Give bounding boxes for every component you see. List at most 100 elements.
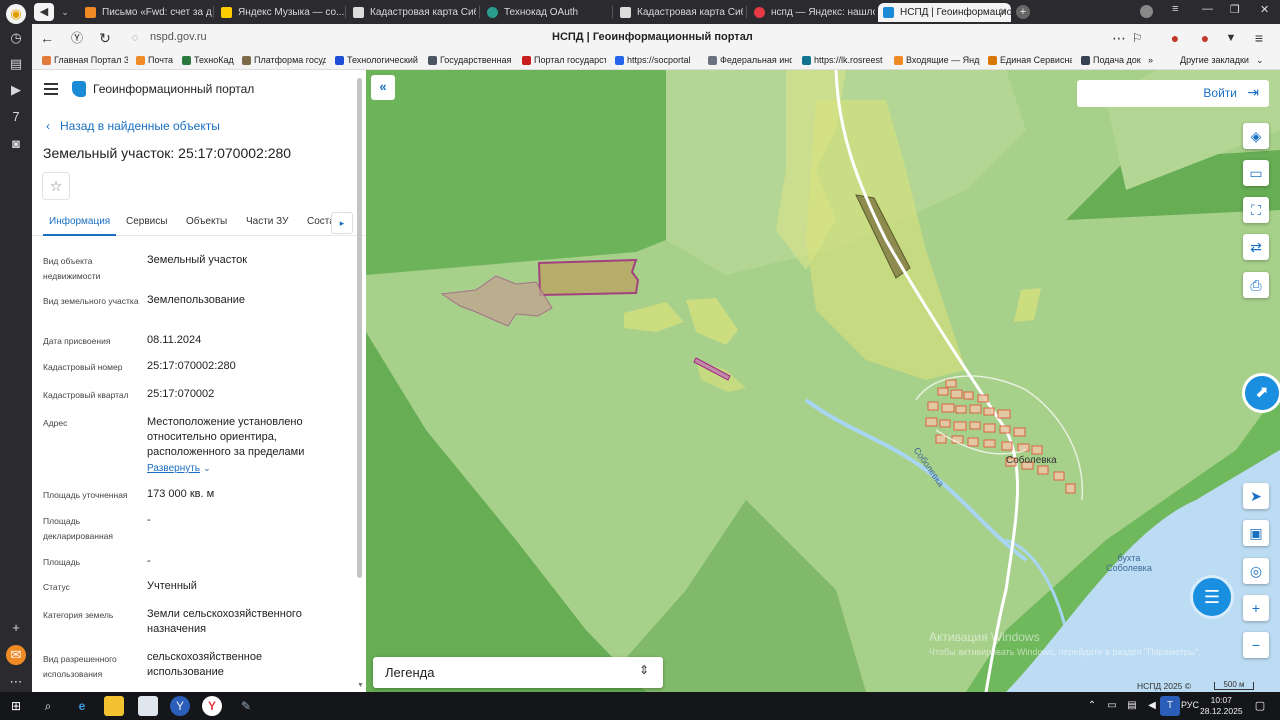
bookmark-icon[interactable]: ⚐: [1128, 29, 1146, 47]
new-tab-icon[interactable]: +: [1016, 5, 1030, 19]
play-icon[interactable]: ▶: [6, 80, 26, 100]
tabs-next-icon[interactable]: ▸: [331, 212, 353, 234]
mail-tab-icon: [85, 7, 96, 18]
restore-icon[interactable]: ❐: [1230, 3, 1240, 16]
tab-yandex-search[interactable]: нспд — Яндекс: нашлось: [749, 3, 875, 22]
select-area-icon[interactable]: ⛶: [1243, 197, 1269, 223]
bookmark-item[interactable]: Единая Сервисна: [988, 55, 1072, 65]
site-info-icon[interactable]: ◌: [126, 29, 144, 47]
close-tab-icon[interactable]: ✕: [999, 3, 1007, 22]
yandex-browser-taskbar-icon[interactable]: Y: [202, 696, 222, 716]
bookmark-item[interactable]: Входящие — Янде: [894, 55, 980, 65]
profile-icon[interactable]: [1140, 5, 1153, 18]
collapse-panel-icon[interactable]: «: [371, 75, 395, 100]
browser-sidebar: ◉ ◷ ▤ ▶ 7 ◙ + ✉ ⋯: [0, 0, 32, 692]
more-bookmarks[interactable]: »: [1148, 55, 1153, 65]
layers-icon[interactable]: ◈: [1243, 123, 1269, 149]
bookmark-item[interactable]: Главная Портал З: [42, 55, 128, 65]
back-arrow-icon[interactable]: ←: [38, 29, 56, 47]
clock[interactable]: 10:07 28.12.2025: [1200, 695, 1243, 717]
more-options-icon[interactable]: ⋯: [1110, 29, 1128, 47]
tab-cadastral-2[interactable]: Кадастровая карта Сибир: [615, 3, 743, 22]
collections-icon[interactable]: ▤: [6, 54, 26, 74]
bookmark-item[interactable]: Федеральная инф: [708, 55, 792, 65]
scroll-down-icon[interactable]: ▼: [357, 682, 364, 689]
calendar-icon[interactable]: 7: [6, 107, 26, 127]
tray-expand-icon[interactable]: ⌃: [1082, 696, 1102, 716]
map-view[interactable]: « Войти ⇥ ◈ ▭ ⛶ ⇄ ⎙ ⬈ ➤ ▣ ◎ + − ☰ Соболе…: [366, 70, 1280, 692]
bookmark-item[interactable]: Государственная: [428, 55, 512, 65]
tab-services[interactable]: Сервисы: [126, 216, 167, 227]
tab-objects[interactable]: Объекты: [186, 216, 227, 227]
point-search-icon[interactable]: ◎: [1243, 558, 1269, 584]
add-icon[interactable]: +: [6, 618, 26, 638]
bookmark-item[interactable]: https://socportal: [615, 55, 699, 65]
app-icon[interactable]: ✎: [236, 696, 256, 716]
history-icon[interactable]: ◷: [6, 28, 26, 48]
camera-icon[interactable]: ◙: [6, 134, 26, 154]
tab-cadastral-1[interactable]: Кадастровая карта Сибир: [348, 3, 476, 22]
rosreestr-icon[interactable]: ⬈: [1242, 373, 1280, 413]
tab-mail[interactable]: Письмо «Fwd: счет за две: [80, 3, 212, 22]
tab-technokad[interactable]: Технокад OAuth: [482, 3, 610, 22]
legend-dropdown[interactable]: Легенда ⇕: [373, 657, 663, 688]
login-label: Войти: [1203, 86, 1237, 100]
zoom-in-icon[interactable]: +: [1243, 595, 1269, 621]
bookmark-item[interactable]: Технологический: [335, 55, 421, 65]
favorite-star-icon[interactable]: ☆: [42, 172, 70, 200]
yandex-icon[interactable]: Ⓨ: [68, 29, 86, 47]
address-bar: ← Ⓨ ↻ ◌ nspd.gov.ru НСПД | Геоинформацио…: [32, 24, 1280, 52]
other-bookmarks[interactable]: Другие закладки: [1180, 55, 1249, 65]
login-button[interactable]: Войти ⇥: [1077, 80, 1269, 107]
extension-2-icon[interactable]: ●: [1196, 29, 1214, 47]
close-window-icon[interactable]: ✕: [1260, 3, 1269, 16]
notifications-icon[interactable]: ▢: [1250, 696, 1270, 716]
zoom-out-icon[interactable]: −: [1243, 632, 1269, 658]
chat-icon[interactable]: ☰: [1190, 575, 1234, 619]
file-explorer-icon[interactable]: [104, 696, 124, 716]
back-to-results-link[interactable]: ‹ Назад в найденные объекты: [46, 119, 220, 133]
reload-icon[interactable]: ↻: [96, 29, 114, 47]
tray-app-icon[interactable]: ▭: [1102, 696, 1122, 716]
browser-menu-icon[interactable]: ≡: [1250, 29, 1268, 47]
speaker-icon[interactable]: ◀: [34, 3, 54, 21]
tab-parts[interactable]: Части ЗУ: [246, 216, 288, 227]
print-icon[interactable]: ⎙: [1243, 272, 1269, 298]
menu-icon[interactable]: ≡: [1172, 3, 1178, 15]
bookmark-item[interactable]: Подача док: [1081, 55, 1153, 65]
language-indicator[interactable]: РУС: [1181, 700, 1199, 710]
bookmark-item[interactable]: ТехноКад: [182, 55, 238, 65]
more-icon[interactable]: ⋯: [6, 672, 26, 692]
bookmark-item[interactable]: Платформа госуд: [242, 55, 326, 65]
share-icon[interactable]: ⇄: [1243, 234, 1269, 260]
volume-icon[interactable]: ◀: [1142, 696, 1162, 716]
download-icon[interactable]: ▼: [1222, 29, 1240, 47]
minimap-icon[interactable]: ▣: [1243, 520, 1269, 546]
ruler-icon[interactable]: ▭: [1243, 160, 1269, 186]
network-icon[interactable]: ▤: [1122, 696, 1142, 716]
bookmark-item[interactable]: Почта: [136, 55, 178, 65]
bookmark-item[interactable]: https://lk.rosreest: [802, 55, 886, 65]
geolocation-icon[interactable]: ➤: [1243, 483, 1269, 509]
tab-music[interactable]: Яндекс Музыка — со...: [216, 3, 344, 22]
url-field[interactable]: nspd.gov.ru: [150, 31, 207, 43]
tab-information[interactable]: Информация: [42, 216, 117, 236]
yandex-browser-icon[interactable]: ◉: [6, 4, 26, 24]
chevron-down-icon[interactable]: ⌄: [1256, 55, 1264, 66]
hamburger-menu-icon[interactable]: [44, 83, 58, 95]
edge-icon[interactable]: e: [72, 696, 92, 716]
field-label: Кадастровый квартал: [43, 390, 129, 400]
tab-nspd-active[interactable]: НСПД | Геоинформацио ✕: [878, 3, 1011, 22]
windows-start-icon[interactable]: ⊞: [6, 696, 26, 716]
language-switch-icon[interactable]: T: [1160, 696, 1180, 716]
minimize-icon[interactable]: —: [1202, 3, 1213, 15]
yandex-app-icon[interactable]: Y: [170, 696, 190, 716]
panel-scrollbar[interactable]: [357, 78, 362, 578]
chevron-down-icon[interactable]: ⌄: [58, 3, 72, 21]
bookmark-item[interactable]: Портал государст: [522, 55, 606, 65]
folder-icon[interactable]: [138, 696, 158, 716]
extension-1-icon[interactable]: ●: [1166, 29, 1184, 47]
search-icon[interactable]: ⌕: [38, 696, 58, 716]
expand-link[interactable]: Развернуть ⌄: [147, 461, 347, 476]
mail-icon[interactable]: ✉: [6, 645, 26, 665]
